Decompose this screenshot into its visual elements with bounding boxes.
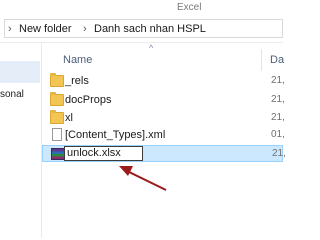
arrow-head-icon — [119, 166, 133, 176]
annotation-arrow — [119, 166, 167, 191]
arrow-shaft — [124, 169, 167, 191]
